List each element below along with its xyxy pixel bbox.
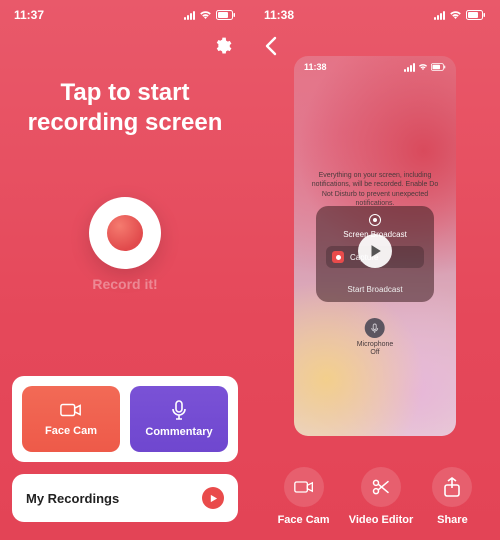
- wifi-icon: [199, 10, 212, 20]
- app-icon: [332, 251, 344, 263]
- chevron-left-icon: [264, 36, 278, 56]
- broadcast-icon: [369, 214, 381, 226]
- signal-icon: [434, 11, 445, 20]
- gear-icon: [212, 36, 232, 56]
- battery-icon: [431, 63, 446, 71]
- tool-video-editor[interactable]: Video Editor: [349, 467, 414, 526]
- screen-preview: 11:38 11:38 Everything on your screen, i…: [250, 0, 500, 540]
- my-recordings-row[interactable]: My Recordings: [12, 474, 238, 522]
- battery-icon: [466, 10, 486, 20]
- recording-preview[interactable]: 11:38 Everything on your screen, includi…: [294, 56, 456, 436]
- status-bar: 11:37: [0, 8, 250, 22]
- status-right: [434, 10, 486, 20]
- preview-status-time: 11:38: [304, 62, 327, 72]
- microphone-icon: [365, 318, 385, 338]
- commentary-button[interactable]: Commentary: [130, 386, 228, 452]
- back-button[interactable]: [264, 36, 278, 56]
- screen-home: 11:37 Tap to start recording screen Reco…: [0, 0, 250, 540]
- camera-icon: [294, 479, 314, 495]
- wifi-icon: [418, 63, 428, 71]
- tool-label: Share: [437, 514, 468, 526]
- commentary-label: Commentary: [145, 426, 212, 438]
- my-recordings-label: My Recordings: [26, 491, 119, 506]
- play-icon: [202, 487, 224, 509]
- share-icon: [443, 477, 461, 497]
- wifi-icon: [449, 10, 462, 20]
- record-icon: [107, 215, 143, 251]
- status-time: 11:38: [264, 8, 294, 22]
- broadcast-warning: Everything on your screen, including not…: [308, 171, 442, 209]
- tool-label: Face Cam: [278, 514, 330, 526]
- preview-status-bar: 11:38: [294, 62, 456, 72]
- headline: Tap to start recording screen: [0, 78, 250, 138]
- settings-button[interactable]: [212, 36, 232, 56]
- tool-facecam[interactable]: Face Cam: [278, 467, 330, 526]
- signal-icon: [184, 11, 195, 20]
- battery-icon: [216, 10, 236, 20]
- microphone-icon: [171, 400, 187, 420]
- microphone-toggle[interactable]: Microphone Off: [357, 318, 394, 358]
- record-button[interactable]: [89, 197, 161, 269]
- camera-icon: [60, 401, 82, 419]
- microphone-label: Microphone Off: [357, 341, 394, 358]
- status-bar: 11:38: [250, 8, 500, 22]
- signal-icon: [404, 63, 415, 72]
- status-time: 11:37: [14, 8, 44, 22]
- feature-card: Face Cam Commentary: [12, 376, 238, 462]
- headline-line1: Tap to start: [20, 78, 230, 108]
- play-icon: [368, 244, 382, 258]
- play-overlay[interactable]: [358, 234, 392, 268]
- tool-share[interactable]: Share: [432, 467, 472, 526]
- facecam-label: Face Cam: [45, 425, 97, 437]
- preview-status-right: [404, 63, 446, 72]
- status-right: [184, 10, 236, 20]
- bottom-toolbar: Face Cam Video Editor Share: [250, 467, 500, 526]
- facecam-button[interactable]: Face Cam: [22, 386, 120, 452]
- watermark: Record it!: [0, 276, 250, 292]
- tool-label: Video Editor: [349, 514, 414, 526]
- headline-line2: recording screen: [20, 108, 230, 138]
- start-broadcast-button[interactable]: Start Broadcast: [316, 285, 434, 294]
- scissors-icon: [371, 477, 391, 497]
